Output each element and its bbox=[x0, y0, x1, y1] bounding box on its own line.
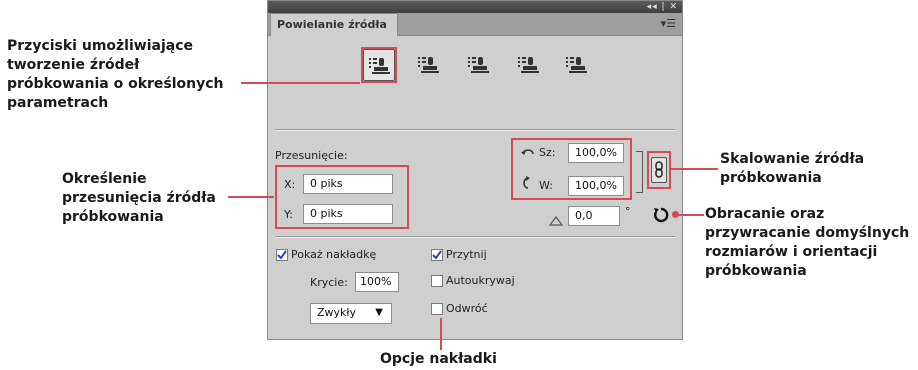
clip-checkbox[interactable] bbox=[431, 249, 443, 261]
width-label: Sz: bbox=[539, 146, 556, 159]
annotation-line: Określenie bbox=[62, 171, 147, 187]
clone-stamp-icon bbox=[468, 57, 489, 73]
annotation-line: próbkowania bbox=[720, 170, 822, 186]
width-scale-icon bbox=[520, 145, 536, 164]
leader-line-source-buttons bbox=[241, 82, 360, 84]
link-bracket bbox=[636, 151, 643, 193]
annotation-line: przywracanie domyślnych bbox=[705, 225, 910, 241]
height-scale-icon bbox=[522, 175, 534, 195]
annotation-line: przesunięcia źródła bbox=[62, 190, 216, 206]
annotation-rotate: Obracanie oraz przywracanie domyślnych r… bbox=[705, 205, 909, 281]
leader-line-scale bbox=[670, 168, 718, 170]
clone-stamp-icon bbox=[518, 57, 539, 73]
leader-line-offset bbox=[228, 196, 274, 198]
clone-source-button-1[interactable] bbox=[363, 49, 395, 81]
annotation-line: Przyciski umożliwiające bbox=[7, 38, 193, 54]
annotation-line: próbkowania bbox=[62, 209, 164, 225]
clone-source-button-2[interactable] bbox=[413, 49, 445, 81]
leader-line-overlay bbox=[440, 318, 442, 350]
annotation-offset: Określenie przesunięcia źródła próbkowan… bbox=[62, 170, 216, 227]
annotation-line: Skalowanie źródła bbox=[720, 151, 865, 167]
clone-source-button-5[interactable] bbox=[561, 49, 593, 81]
show-overlay-checkbox[interactable] bbox=[276, 249, 288, 261]
clone-source-button-4[interactable] bbox=[513, 49, 545, 81]
autohide-checkbox[interactable] bbox=[431, 275, 443, 287]
annotation-source-buttons: Przyciski umożliwiające tworzenie źródeł… bbox=[7, 37, 224, 113]
clone-source-button-3[interactable] bbox=[463, 49, 495, 81]
collapse-close-icons[interactable]: ◂◂ | ✕ bbox=[647, 1, 678, 13]
width-scale-input[interactable]: 100,0% bbox=[568, 143, 624, 163]
reset-transform-icon[interactable] bbox=[653, 207, 669, 227]
tab-clone-source[interactable]: Powielanie źródła bbox=[270, 13, 398, 36]
show-overlay-label: Pokaż nakładkę bbox=[291, 248, 377, 261]
separator bbox=[275, 236, 675, 238]
annotation-overlay: Opcje nakładki bbox=[380, 351, 497, 367]
annotation-scale: Skalowanie źródła próbkowania bbox=[720, 150, 864, 188]
rotation-input[interactable]: 0,0 bbox=[568, 206, 620, 226]
clone-stamp-icon bbox=[369, 58, 390, 74]
x-label: X: bbox=[284, 178, 296, 191]
leader-line-rotate bbox=[676, 214, 704, 216]
dropdown-arrow-icon: ▼ bbox=[375, 307, 383, 318]
annotation-line: rozmiarów i orientacji bbox=[705, 244, 878, 260]
y-label: Y: bbox=[284, 208, 293, 221]
clone-source-panel: ◂◂ | ✕ Powielanie źródła ▾☰ Przesunięcie… bbox=[267, 0, 683, 340]
offset-label: Przesunięcie: bbox=[275, 149, 348, 162]
offset-y-input[interactable]: 0 piks bbox=[303, 204, 393, 224]
autohide-label: Autoukrywaj bbox=[446, 274, 515, 287]
panel-titlebar: ◂◂ | ✕ bbox=[268, 1, 682, 13]
opacity-label: Krycie: bbox=[310, 276, 348, 289]
blend-mode-select[interactable]: Zwykły ▼ bbox=[310, 303, 392, 324]
annotation-line: próbkowania o określonych bbox=[7, 76, 224, 92]
invert-label: Odwróć bbox=[446, 302, 488, 315]
clone-stamp-icon bbox=[566, 57, 587, 73]
angle-icon bbox=[548, 211, 564, 230]
link-chain-icon bbox=[655, 161, 663, 178]
annotation-line: tworzenie źródeł bbox=[7, 57, 140, 73]
annotation-line: Obracanie oraz bbox=[705, 206, 825, 222]
opacity-input[interactable]: 100% bbox=[355, 272, 399, 292]
annotation-line: parametrach bbox=[7, 95, 109, 111]
clone-stamp-icon bbox=[418, 57, 439, 73]
panel-menu-icon[interactable]: ▾☰ bbox=[661, 15, 676, 33]
degree-symbol: ° bbox=[625, 205, 631, 218]
height-label: W: bbox=[539, 179, 553, 192]
annotation-line: próbkowania bbox=[705, 263, 807, 279]
height-scale-input[interactable]: 100,0% bbox=[568, 176, 624, 196]
invert-checkbox[interactable] bbox=[431, 303, 443, 315]
separator bbox=[275, 129, 675, 131]
offset-x-input[interactable]: 0 piks bbox=[303, 174, 393, 194]
clip-label: Przytnij bbox=[446, 248, 487, 261]
blend-mode-value: Zwykły bbox=[317, 306, 357, 319]
link-button[interactable] bbox=[651, 157, 667, 183]
